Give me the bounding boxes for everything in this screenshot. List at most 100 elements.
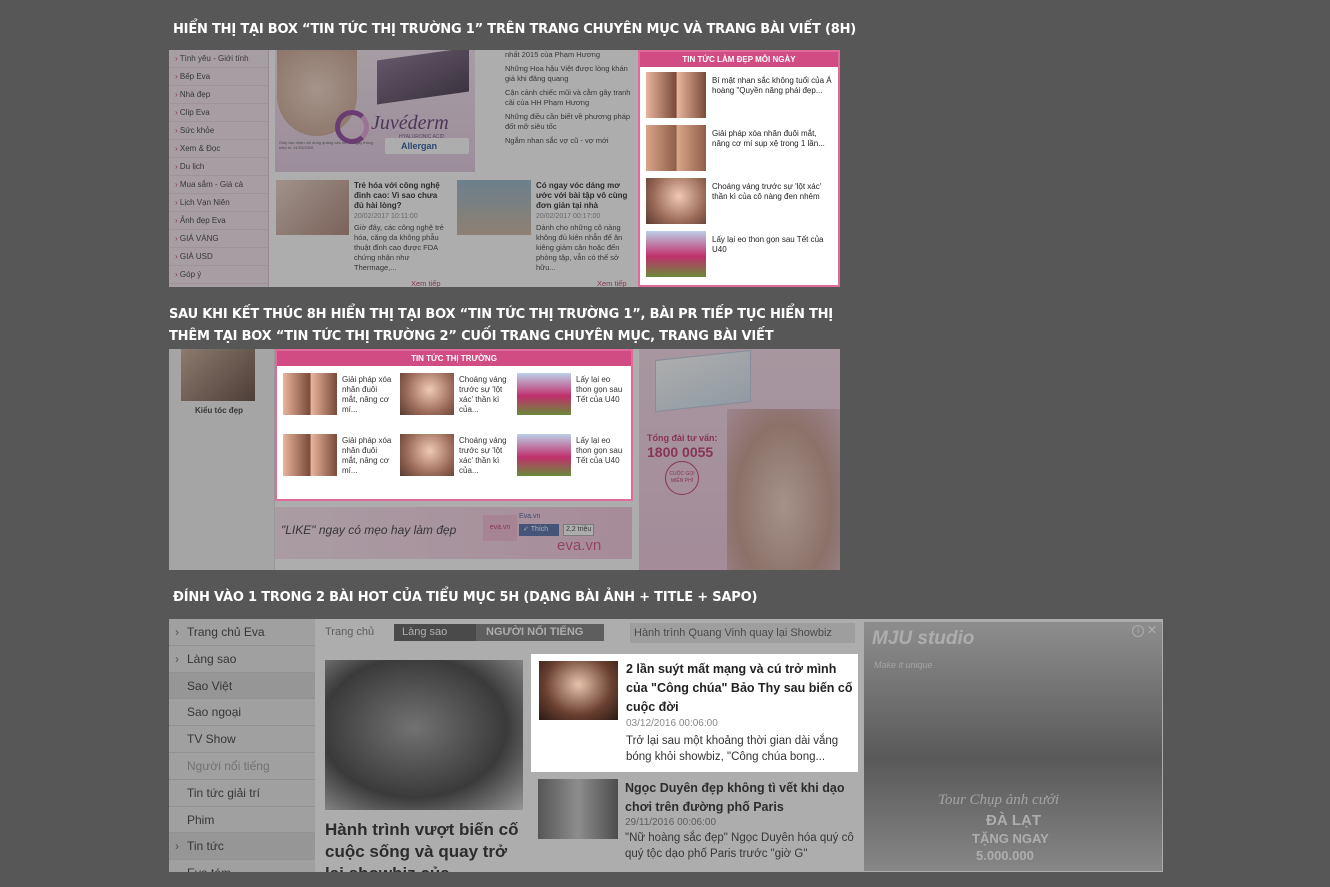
caption-3: ĐÍNH VÀO 1 TRONG 2 BÀI HOT CỦA TIỂU MỤC … [173, 590, 758, 605]
list-item[interactable]: Những điều cần biết về phương pháp đốt m… [505, 112, 633, 132]
news-item[interactable]: Lấy lại eo thon gọn sau Tết của U40 [517, 373, 629, 419]
news-thumb [283, 434, 337, 476]
more-link[interactable]: Xem tiếp [597, 279, 627, 287]
hero-image[interactable] [325, 660, 523, 810]
article-title[interactable]: Có ngay vóc dáng mơ ước với bài tập vô c… [536, 181, 632, 211]
sidebar-item[interactable]: Clip Eva [169, 104, 268, 122]
sidebar-item[interactable]: Tin tức [169, 833, 315, 861]
hot-article-title[interactable]: 2 lần suýt mất mạng và cú trở mình của "… [626, 660, 854, 717]
news-title[interactable]: Choáng váng trước sự 'lột xác' thần kì c… [459, 436, 511, 476]
news-item[interactable]: Choáng váng trước sự 'lột xác' thần kì c… [646, 178, 836, 226]
sidebar-item[interactable]: Sao ngoại [169, 699, 315, 727]
more-link[interactable]: Xem tiếp [411, 279, 441, 287]
studio-logo: MJU studio [872, 628, 975, 649]
ad-close-icon[interactable]: ✕ [1147, 623, 1157, 637]
article-thumb[interactable] [538, 779, 618, 839]
eva-like-banner[interactable]: "LIKE" ngay có mẹo hay làm đẹp eva.vn Ev… [275, 507, 632, 559]
sidebar-item[interactable]: TV Show [169, 726, 315, 753]
sidebar-item[interactable]: Lịch Vạn Niên [169, 194, 268, 212]
sidebar-item[interactable]: Ảnh đẹp Eva [169, 212, 268, 230]
news-title[interactable]: Lấy lại eo thon gọn sau Tết của U40 [576, 436, 628, 466]
hotline-label: Tổng đài tư vấn: [647, 433, 718, 443]
news-title[interactable]: Choáng váng trước sự 'lột xác' thần kì c… [459, 375, 511, 415]
list-item[interactable]: nhất 2015 của Phạm Hương [505, 50, 633, 60]
fb-like-label: Thích [530, 526, 549, 533]
article-thumb[interactable] [457, 180, 531, 235]
sidebar-item[interactable]: Nhà đẹp [169, 86, 268, 104]
sidebar-item[interactable]: Tin tức giải trí [169, 780, 315, 807]
article-date: 20/02/2017 00:17:00 [536, 213, 601, 220]
like-text: "LIKE" ngay có mẹo hay làm đẹp [281, 523, 457, 537]
article-title[interactable]: Trẻ hóa với công nghệ đỉnh cao: Vì sao c… [354, 181, 446, 211]
sidebar-item[interactable]: Mua sắm - Giá cả [169, 176, 268, 194]
hot-article-card[interactable]: 2 lần suýt mất mạng và cú trở mình của "… [531, 654, 858, 772]
wedding-studio-ad[interactable]: MJU studio Make it unique i ✕ Tour Chụp … [864, 622, 1162, 871]
sidebar-item[interactable]: Phim [169, 807, 315, 834]
free-call-badge: CUỘC GỌI MIỄN PHÍ [665, 461, 699, 495]
hairstyle-thumb[interactable] [181, 349, 255, 401]
juvederm-ad[interactable]: Juvéderm HYALURONIC ACID Allergan Giấy x… [275, 50, 475, 172]
news-thumb [283, 373, 337, 415]
sidebar-item[interactable]: Tình yêu - Giới tính [169, 50, 268, 68]
sidebar-item[interactable]: Du lịch [169, 158, 268, 176]
screenshot-hot-article: Trang chủ Eva Làng sao Sao Việt Sao ngoạ… [169, 619, 1163, 872]
studio-slogan: Make it unique [874, 660, 933, 670]
product-box-image [655, 349, 751, 413]
news-title[interactable]: Giải pháp xóa nhăn đuôi mắt, nâng cơ mí.… [342, 436, 394, 476]
list-item[interactable]: Cận cảnh chiếc mũi và cằm gây tranh cãi … [505, 88, 633, 108]
product-box-image [377, 50, 469, 105]
sidebar-item[interactable]: Sức khỏe [169, 122, 268, 140]
news-title[interactable]: Choáng váng trước sự 'lột xác' thần kì c… [712, 182, 836, 202]
hairstyle-label[interactable]: Kiểu tóc đẹp [195, 406, 243, 415]
news-item[interactable]: Giải pháp xóa nhăn đuôi mắt, nâng cơ mí.… [283, 434, 395, 480]
news-item[interactable]: Giải pháp xóa nhăn đuôi mắt, nâng cơ mí … [646, 125, 836, 173]
market-news-box-2: TIN TỨC THỊ TRƯỜNG Giải pháp xóa nhăn đu… [275, 349, 633, 501]
news-item[interactable]: Choáng váng trước sự 'lột xác' thần kì c… [400, 434, 512, 480]
sidebar-item[interactable]: Sao Việt [169, 672, 315, 700]
hot-article-thumb[interactable] [539, 661, 618, 720]
screenshot-market-box-2: Kiểu tóc đẹp "LIKE" ngay có mẹo hay làm … [169, 349, 840, 570]
news-item[interactable]: Choáng váng trước sự 'lột xác' thần kì c… [400, 373, 512, 419]
news-title[interactable]: Lấy lại eo thon gọn sau Tết của U40 [712, 235, 836, 255]
news-thumb [400, 434, 454, 476]
sidebar-item[interactable]: Người nổi tiếng [169, 753, 315, 780]
news-item[interactable]: Giải pháp xóa nhăn đuôi mắt, nâng cơ mí.… [283, 373, 395, 419]
sidebar-item[interactable]: Bếp Eva [169, 68, 268, 86]
top-link[interactable]: Hành trình Quang Vinh quay lại Showbiz [630, 623, 855, 643]
hero-title[interactable]: Hành trình vượt biến cố cuộc sống và qua… [325, 819, 525, 872]
breadcrumb-nguoi-noi-tieng[interactable]: NGƯỜI NỔI TIẾNG [476, 624, 604, 641]
subcategory-sidebar: Trang chủ Eva Làng sao Sao Việt Sao ngoạ… [169, 619, 315, 872]
breadcrumb-lang-sao[interactable]: Làng sao [394, 624, 476, 641]
sidebar-item[interactable]: GIÁ USD [169, 248, 268, 266]
list-item[interactable]: Ngắm nhan sắc vợ cũ - vợ mới [505, 136, 633, 146]
sidebar-item[interactable]: Làng sao [169, 646, 315, 673]
hot-article-sapo: Trở lại sau một khoảng thời gian dài vắn… [626, 735, 839, 763]
news-item[interactable]: Lấy lại eo thon gọn sau Tết của U40 [517, 434, 629, 480]
breadcrumb-home[interactable]: Trang chủ [325, 626, 374, 638]
sidebar-item[interactable]: Trang chủ Eva [169, 619, 315, 646]
caption-1: HIỂN THỊ TẠI BOX “TIN TỨC THỊ TRƯỜNG 1” … [173, 22, 857, 37]
eva-mini-logo: eva.vn [483, 515, 517, 541]
news-item[interactable]: Lấy lại eo thon gọn sau Tết của U40 [646, 231, 836, 279]
news-title[interactable]: Lấy lại eo thon gọn sau Tết của U40 [576, 375, 628, 405]
article-thumb[interactable] [276, 180, 349, 235]
news-title[interactable]: Giải pháp xóa nhăn đuôi mắt, nâng cơ mí … [712, 129, 836, 149]
list-item[interactable]: Những Hoa hậu Việt được lòng khán giả kh… [505, 64, 633, 84]
ad-info-icon[interactable]: i [1132, 625, 1144, 637]
news-title[interactable]: Giải pháp xóa nhăn đuôi mắt, nâng cơ mí.… [342, 375, 394, 415]
news-thumb [646, 231, 706, 277]
sidebar-item[interactable]: GIÁ VÀNG [169, 230, 268, 248]
milk-ad[interactable]: Tổng đài tư vấn: 1800 0055 CUỘC GỌI MIỄN… [639, 349, 840, 570]
ad-city-text: ĐÀ LẠT [986, 812, 1041, 829]
fb-like-button[interactable]: ✓ Thích [519, 524, 559, 536]
article-title[interactable]: Ngọc Duyên đẹp không tì vết khi dạo chơi… [625, 779, 861, 817]
sidebar-item[interactable]: Xem & Đọc [169, 140, 268, 158]
hot-article-date: 03/12/2016 00:06:00 [626, 718, 718, 729]
box-title: TIN TỨC LÀM ĐẸP MỖI NGÀY [640, 52, 838, 67]
sidebar-item[interactable]: Góp ý [169, 266, 268, 284]
related-list: nhất 2015 của Phạm Hương Những Hoa hậu V… [505, 50, 633, 146]
sidebar-item[interactable]: Eva tám [169, 860, 315, 872]
news-thumb [646, 72, 706, 118]
news-title[interactable]: Bí mật nhan sắc không tuổi của Á hoàng "… [712, 76, 836, 96]
news-item[interactable]: Bí mật nhan sắc không tuổi của Á hoàng "… [646, 72, 836, 120]
